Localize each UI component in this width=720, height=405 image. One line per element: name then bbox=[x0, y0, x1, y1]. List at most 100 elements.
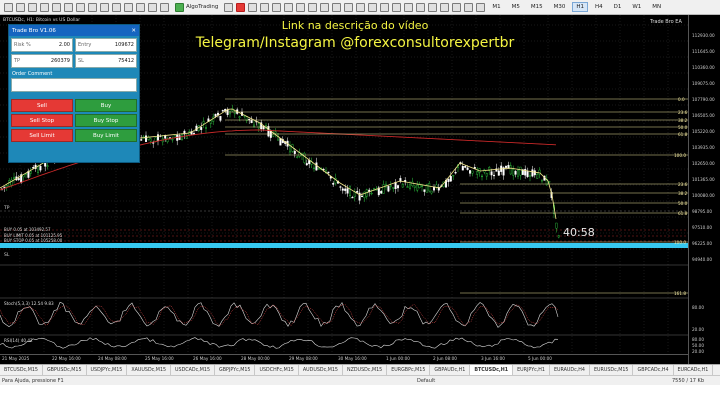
candle-body bbox=[204, 127, 207, 129]
chart-shift-icon[interactable] bbox=[332, 2, 342, 12]
algo-trading-label: AlgoTrading bbox=[186, 4, 219, 10]
fib-level-label: 50.0 bbox=[678, 201, 688, 206]
timeframe-w1[interactable]: W1 bbox=[628, 2, 645, 12]
auto-scroll-icon[interactable] bbox=[320, 2, 330, 12]
sell-stop-button[interactable]: Sell Stop bbox=[11, 114, 73, 127]
chart-tab-active[interactable]: BTCUSDc,H1 bbox=[470, 365, 514, 375]
timeframe-d1[interactable]: D1 bbox=[610, 2, 626, 12]
timeframe-h4[interactable]: H4 bbox=[591, 2, 607, 12]
desktop-background bbox=[0, 385, 720, 405]
editor-icon[interactable] bbox=[124, 2, 133, 12]
chart-tab[interactable]: BTCUSDc,M15 bbox=[0, 365, 43, 375]
time-tick: 26 May 16:00 bbox=[193, 356, 222, 361]
candle-body bbox=[541, 179, 544, 182]
bar-chart-icon[interactable] bbox=[248, 2, 258, 12]
candle-body bbox=[200, 127, 203, 130]
time-tick: 24 May 08:00 bbox=[98, 356, 127, 361]
channel-icon[interactable] bbox=[428, 2, 438, 12]
timeframe-m15[interactable]: M15 bbox=[527, 2, 547, 12]
sl-field[interactable]: SL 75412 bbox=[75, 54, 137, 68]
candle-body bbox=[296, 156, 299, 158]
profile-name[interactable]: Default bbox=[417, 378, 435, 384]
sell-button[interactable]: Sell bbox=[11, 99, 73, 112]
chart-tab[interactable]: XAUUSDc,M15 bbox=[127, 365, 172, 375]
risk-field[interactable]: Risk % 2.00 bbox=[11, 38, 73, 52]
tester-icon[interactable] bbox=[112, 2, 121, 12]
timeframe-mn[interactable]: MN bbox=[648, 2, 665, 12]
magnify-minus-icon[interactable] bbox=[296, 2, 306, 12]
chart-tab[interactable]: EURAUDc,H4 bbox=[550, 365, 590, 375]
panel-title-bar[interactable]: Trade Bro V1.06 ✕ bbox=[9, 25, 139, 36]
text-icon[interactable] bbox=[452, 2, 462, 12]
chart-tab[interactable]: USDJPYc,M15 bbox=[87, 365, 128, 375]
chart-tab[interactable]: USDCADc,M15 bbox=[171, 365, 216, 375]
chart-tab[interactable]: USDCHFc,M15 bbox=[255, 365, 299, 375]
timeframe-m30[interactable]: M30 bbox=[550, 2, 570, 12]
new-order-icon[interactable] bbox=[4, 2, 13, 12]
signals-icon[interactable] bbox=[136, 2, 145, 12]
market-watch-icon[interactable] bbox=[76, 2, 85, 12]
candle-chart-icon[interactable] bbox=[260, 2, 270, 12]
candle-body bbox=[149, 138, 152, 142]
algo-trading-button[interactable]: AlgoTrading bbox=[175, 2, 219, 12]
sl-value: 75412 bbox=[118, 58, 134, 64]
crosshair-icon[interactable] bbox=[368, 2, 378, 12]
trendline-icon[interactable] bbox=[416, 2, 426, 12]
tp-label: TP bbox=[14, 58, 21, 64]
chart-tab[interactable]: GBPJPYc,M15 bbox=[215, 365, 256, 375]
time-axis[interactable]: 21 May 2025 22 May 16:00 24 May 08:00 25… bbox=[0, 354, 688, 364]
tp-value: 260379 bbox=[50, 58, 70, 64]
timeframe-h1[interactable]: H1 bbox=[572, 2, 588, 12]
chart-tab[interactable]: NZDUSDc,M15 bbox=[343, 365, 388, 375]
chart-tab[interactable]: GBPUSDc,M15 bbox=[43, 365, 87, 375]
chart-tab[interactable]: EURJPYc,H1 bbox=[513, 365, 550, 375]
chart-tab[interactable]: EURCADc,H1 bbox=[674, 365, 714, 375]
zoom-in-icon[interactable] bbox=[28, 2, 37, 12]
tp-field[interactable]: TP 260379 bbox=[11, 54, 73, 68]
fibonacci-icon[interactable] bbox=[440, 2, 450, 12]
depth-icon[interactable] bbox=[160, 2, 169, 12]
entry-field[interactable]: Entry 109672 bbox=[75, 38, 137, 52]
zoom-out-icon[interactable] bbox=[40, 2, 49, 12]
candle-body bbox=[430, 190, 433, 194]
time-tick: 25 May 16:00 bbox=[145, 356, 174, 361]
tile-windows-icon[interactable] bbox=[308, 2, 318, 12]
one-click-icon[interactable] bbox=[148, 2, 157, 12]
data-window-icon[interactable] bbox=[88, 2, 97, 12]
cursor-icon[interactable] bbox=[380, 2, 390, 12]
magnify-plus-icon[interactable] bbox=[284, 2, 294, 12]
objects-icon[interactable] bbox=[356, 2, 366, 12]
chart-tab[interactable]: GBPAUDc,H1 bbox=[430, 365, 471, 375]
chart-icon[interactable] bbox=[16, 2, 25, 12]
buy-stop-button[interactable]: Buy Stop bbox=[75, 114, 137, 127]
arrow-icon[interactable] bbox=[476, 2, 486, 12]
price-tick: 105220.00 bbox=[692, 129, 715, 134]
indicators-icon[interactable] bbox=[344, 2, 354, 12]
timeframe-m1[interactable]: M1 bbox=[488, 2, 504, 12]
sell-limit-button[interactable]: Sell Limit bbox=[11, 129, 73, 142]
grid-icon[interactable] bbox=[52, 2, 61, 12]
close-icon[interactable]: ✕ bbox=[131, 28, 136, 34]
price-scale[interactable]: 112930.00 111645.00 110360.00 109075.00 … bbox=[688, 15, 720, 364]
time-tick: 2 Jun 08:00 bbox=[433, 356, 457, 361]
buy-icon[interactable] bbox=[224, 2, 234, 12]
chart-tab[interactable]: GBPCADc,H4 bbox=[633, 365, 674, 375]
chart-tab[interactable]: EURUSDc,M15 bbox=[590, 365, 634, 375]
timeframe-m5[interactable]: M5 bbox=[508, 2, 524, 12]
line-chart-icon[interactable] bbox=[272, 2, 282, 12]
buy-button[interactable]: Buy bbox=[75, 99, 137, 112]
vertical-line-icon[interactable] bbox=[392, 2, 402, 12]
candle-body bbox=[305, 163, 308, 166]
chart-tab[interactable]: AUDUSDc,M15 bbox=[299, 365, 343, 375]
sell-icon[interactable] bbox=[236, 2, 246, 12]
candle-body bbox=[289, 145, 292, 153]
navigator-icon[interactable] bbox=[64, 2, 73, 12]
shapes-icon[interactable] bbox=[464, 2, 474, 12]
horizontal-line-icon[interactable] bbox=[404, 2, 414, 12]
buy-limit-button[interactable]: Buy Limit bbox=[75, 129, 137, 142]
chart-tab[interactable]: EURGBPc,M15 bbox=[387, 365, 431, 375]
candle-body bbox=[361, 195, 364, 198]
terminal-icon[interactable] bbox=[100, 2, 109, 12]
candle-body bbox=[313, 167, 316, 170]
order-comment-input[interactable] bbox=[11, 78, 137, 92]
